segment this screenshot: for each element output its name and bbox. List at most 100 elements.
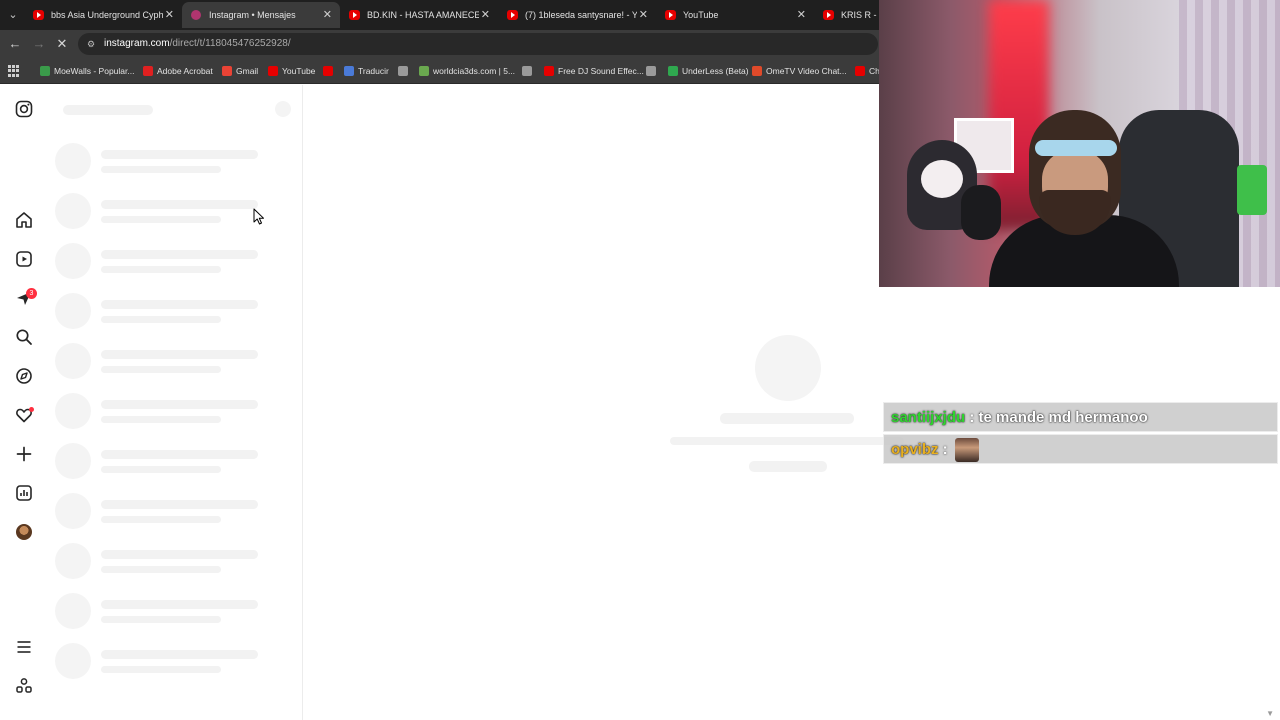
bookmark-favicon-icon bbox=[419, 66, 429, 76]
url-path: /direct/t/118045476252928/ bbox=[169, 38, 291, 49]
chat-username: santiijxjdu bbox=[891, 409, 966, 426]
bookmark-label: MoeWalls - Popular... bbox=[54, 66, 135, 76]
name-line-skeleton bbox=[101, 200, 258, 209]
avatar-skeleton bbox=[55, 243, 91, 279]
instagram-logo-icon[interactable] bbox=[14, 99, 34, 119]
name-line-skeleton bbox=[101, 250, 258, 259]
avatar-skeleton bbox=[55, 493, 91, 529]
bookmark-item[interactable]: Traducir bbox=[344, 58, 389, 84]
browser-tab[interactable]: (7) 1bleseda santysnare! - YouT✕ bbox=[498, 2, 656, 28]
bookmark-item[interactable]: worldcia3ds.com | 5... bbox=[419, 58, 515, 84]
screen: ⌄ bbs Asia Underground Cypher 2✕Instagra… bbox=[0, 0, 1280, 720]
bookmark-item[interactable] bbox=[323, 58, 337, 84]
close-tab-icon[interactable]: ✕ bbox=[481, 2, 490, 28]
tab-search-chevron-icon[interactable]: ⌄ bbox=[5, 7, 21, 23]
preview-line-skeleton bbox=[101, 516, 221, 523]
name-line-skeleton bbox=[101, 500, 258, 509]
bookmark-label: Traducir bbox=[358, 66, 389, 76]
url-host: instagram.com bbox=[104, 38, 170, 49]
bookmark-item[interactable]: YouTube bbox=[268, 58, 315, 84]
site-info-icon[interactable]: ⚙ bbox=[87, 38, 99, 50]
webcam-plush-face bbox=[921, 160, 963, 198]
inbox-list-loading bbox=[49, 85, 303, 720]
stream-chat-message: santiijxjdu : te mande md hermanoo bbox=[883, 402, 1278, 432]
bookmark-label: Free DJ Sound Effec... bbox=[558, 66, 644, 76]
instagram-icon bbox=[191, 10, 201, 20]
browser-tab[interactable]: YouTube ✕ bbox=[656, 2, 814, 28]
avatar-skeleton bbox=[55, 443, 91, 479]
bookmark-item[interactable]: Ch bbox=[855, 58, 880, 84]
bookmark-item[interactable]: UnderLess (Beta) bbox=[668, 58, 749, 84]
bookmark-item[interactable] bbox=[646, 58, 660, 84]
name-line-skeleton bbox=[101, 550, 258, 559]
browser-tab[interactable]: Instagram • Mensajes ✕ bbox=[182, 2, 340, 28]
preview-line-skeleton bbox=[101, 166, 221, 173]
avatar-skeleton bbox=[55, 143, 91, 179]
home-icon[interactable] bbox=[14, 210, 34, 230]
chat-emote-image bbox=[954, 438, 979, 463]
bookmark-label: Adobe Acrobat bbox=[157, 66, 213, 76]
new-message-skeleton bbox=[275, 101, 291, 117]
stop-loading-icon[interactable]: ✕ bbox=[53, 35, 71, 53]
bookmark-item[interactable]: MoeWalls - Popular... bbox=[40, 58, 134, 84]
bookmark-favicon-icon bbox=[646, 66, 656, 76]
bookmark-favicon-icon bbox=[544, 66, 554, 76]
bookmark-label: UnderLess (Beta) bbox=[682, 66, 749, 76]
bookmark-favicon-icon bbox=[344, 66, 354, 76]
bookmark-item[interactable]: Gmail bbox=[222, 58, 258, 84]
bookmark-favicon-icon bbox=[40, 66, 50, 76]
chat-text: te mande md hermanoo bbox=[978, 409, 1148, 426]
bookmark-favicon-icon bbox=[323, 66, 333, 76]
webcam-green-cushion bbox=[1237, 165, 1267, 215]
name-line-skeleton bbox=[101, 150, 258, 159]
close-tab-icon[interactable]: ✕ bbox=[323, 2, 332, 28]
bookmark-item[interactable] bbox=[398, 58, 412, 84]
messages-count-badge: 3 bbox=[26, 288, 37, 299]
bookmark-label: worldcia3ds.com | 5... bbox=[433, 66, 516, 76]
bookmark-item[interactable] bbox=[522, 58, 536, 84]
more-menu-icon[interactable] bbox=[14, 637, 34, 657]
youtube-icon bbox=[33, 10, 44, 20]
name-line-skeleton bbox=[101, 350, 258, 359]
conversation-name-skeleton bbox=[720, 413, 854, 424]
close-tab-icon[interactable]: ✕ bbox=[639, 2, 648, 28]
also-from-meta-icon[interactable] bbox=[14, 676, 34, 696]
forward-arrow-icon[interactable]: → bbox=[30, 35, 48, 53]
tab-title: (7) 1bleseda santysnare! - YouT bbox=[525, 10, 637, 20]
search-icon[interactable] bbox=[14, 327, 34, 347]
back-arrow-icon[interactable]: ← bbox=[6, 35, 24, 53]
bookmark-label: Gmail bbox=[236, 66, 259, 76]
bookmark-label: OmeTV Video Chat... bbox=[766, 66, 847, 76]
tab-title: bbs Asia Underground Cypher 2 bbox=[51, 10, 163, 20]
inbox-header-skeleton bbox=[63, 105, 153, 115]
explore-compass-icon[interactable] bbox=[14, 366, 34, 386]
browser-tab[interactable]: bbs Asia Underground Cypher 2✕ bbox=[24, 2, 182, 28]
view-profile-skeleton bbox=[749, 461, 827, 472]
conversation-avatar-skeleton bbox=[755, 335, 821, 401]
bookmark-item[interactable]: Free DJ Sound Effec... bbox=[544, 58, 644, 84]
chat-separator: : bbox=[965, 409, 979, 426]
avatar-skeleton bbox=[55, 593, 91, 629]
avatar-skeleton bbox=[55, 293, 91, 329]
apps-grid-icon[interactable] bbox=[8, 65, 20, 77]
scroll-down-arrow-icon[interactable]: ▼ bbox=[1266, 709, 1274, 718]
avatar-skeleton bbox=[55, 643, 91, 679]
create-plus-icon[interactable] bbox=[14, 444, 34, 464]
conversation-subtitle-skeleton bbox=[670, 437, 904, 445]
close-tab-icon[interactable]: ✕ bbox=[797, 2, 806, 28]
bookmark-item[interactable]: OmeTV Video Chat... bbox=[752, 58, 847, 84]
profile-avatar[interactable] bbox=[16, 524, 32, 540]
dashboard-icon[interactable] bbox=[14, 483, 34, 503]
url-text[interactable]: instagram.com/direct/t/118045476252928/ bbox=[104, 33, 291, 55]
tab-title: Instagram • Mensajes bbox=[209, 10, 296, 20]
preview-line-skeleton bbox=[101, 216, 221, 223]
browser-tab[interactable]: BD.KIN - HASTA AMANECER (F✕ bbox=[340, 2, 498, 28]
bookmark-favicon-icon bbox=[143, 66, 153, 76]
close-tab-icon[interactable]: ✕ bbox=[165, 2, 174, 28]
bookmark-item[interactable]: Adobe Acrobat bbox=[143, 58, 213, 84]
address-bar[interactable]: ⚙ instagram.com/direct/t/118045476252928… bbox=[78, 33, 878, 55]
preview-line-skeleton bbox=[101, 316, 221, 323]
webcam-streamer-headband bbox=[1035, 140, 1117, 156]
avatar-skeleton bbox=[55, 543, 91, 579]
reels-icon[interactable] bbox=[14, 249, 34, 269]
